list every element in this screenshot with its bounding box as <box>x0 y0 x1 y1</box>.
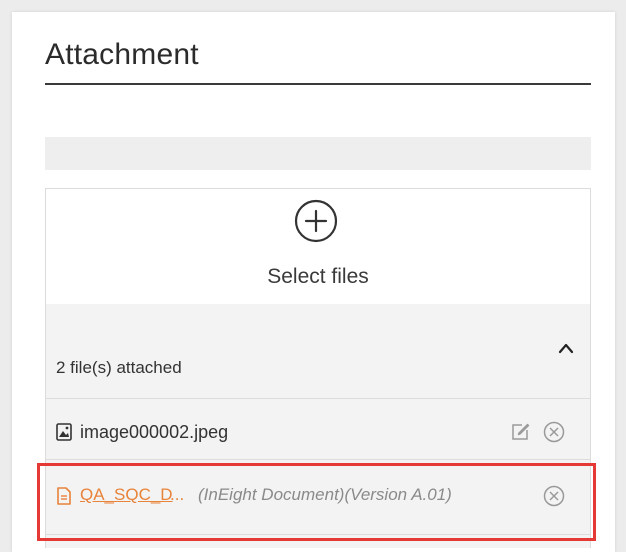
page-title: Attachment <box>45 38 199 71</box>
remove-icon[interactable] <box>543 485 565 507</box>
divider <box>46 534 590 535</box>
attached-count-label: 2 file(s) attached <box>56 358 182 377</box>
upload-progress-bar <box>45 137 591 170</box>
attached-files-section: 2 file(s) attached image000002.jpeg QA_S… <box>45 304 591 548</box>
remove-icon[interactable] <box>543 421 565 443</box>
select-files-button[interactable]: Select files <box>45 188 591 305</box>
image-file-icon <box>56 423 72 441</box>
plus-circle-icon <box>294 199 338 243</box>
chevron-up-icon[interactable] <box>557 342 575 354</box>
divider <box>46 459 590 460</box>
document-name-ellipsis: ... <box>170 485 185 504</box>
document-link[interactable]: QA_SQC_D <box>80 485 173 505</box>
select-files-label: Select files <box>267 265 369 288</box>
document-meta: (InEight Document)(Version A.01) <box>198 485 452 504</box>
document-file-icon <box>57 487 71 505</box>
file-name: image000002.jpeg <box>80 422 229 442</box>
file-row-image: image000002.jpeg <box>46 406 590 460</box>
edit-icon[interactable] <box>510 422 530 442</box>
title-underline <box>45 83 591 85</box>
file-row-document: QA_SQC_D ... (InEight Document)(Version … <box>46 470 590 524</box>
divider <box>46 398 590 399</box>
